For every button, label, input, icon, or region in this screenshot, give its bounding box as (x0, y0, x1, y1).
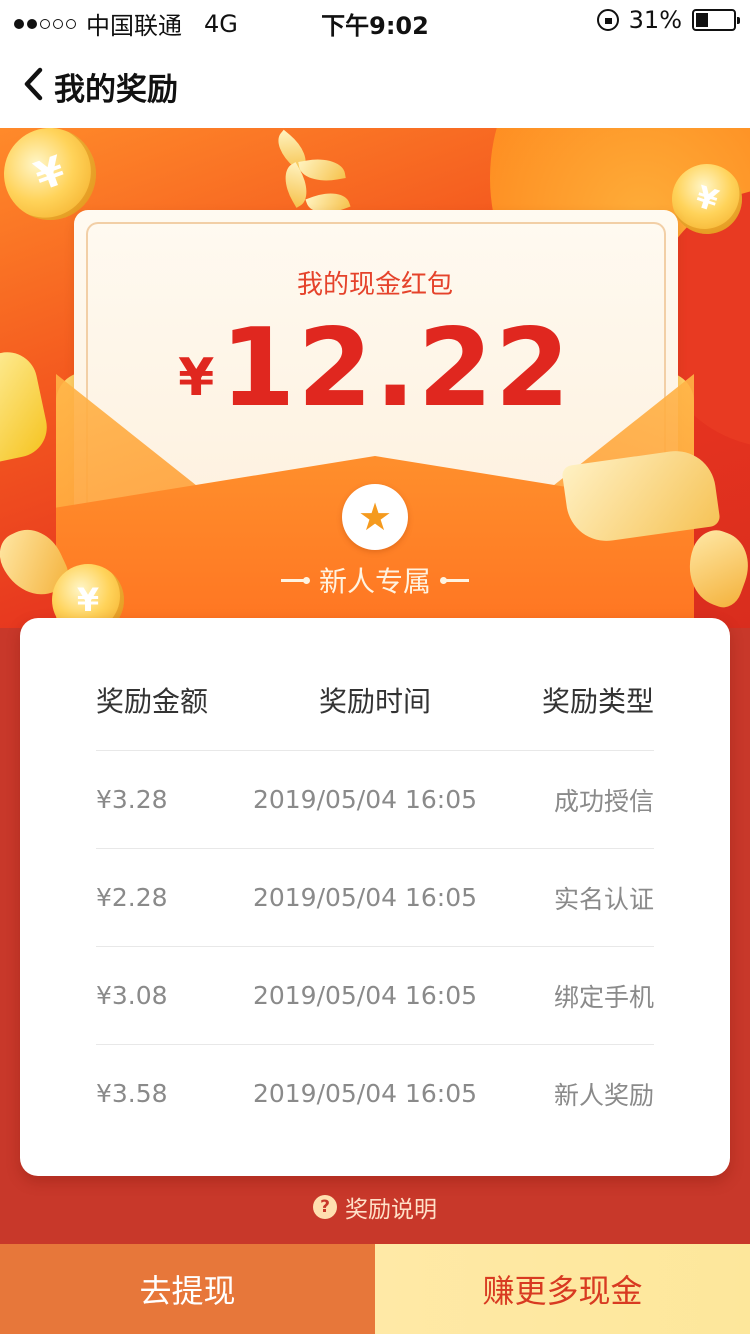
nav-bar: 我的奖励 (0, 40, 750, 128)
table-row: ¥3.28 2019/05/04 16:05 成功授信 (96, 750, 654, 848)
hero-banner: ¥ ¥ 我的现金红包 ¥12.22 ¥ ★ 新人专属 (0, 128, 750, 628)
help-label: 奖励说明 (345, 1197, 437, 1223)
battery-icon (692, 9, 740, 31)
header-type: 奖励类型 (541, 685, 654, 718)
row-time: 2019/05/04 16:05 (252, 883, 478, 912)
badge-label: 新人专属 (318, 565, 431, 598)
header-amount: 奖励金额 (96, 685, 209, 718)
battery-percent: 31% (628, 6, 682, 34)
card-title: 我的现金红包 (296, 270, 453, 300)
status-right: 31% (596, 6, 740, 34)
row-amount: ¥3.28 (96, 785, 168, 814)
withdraw-button[interactable]: 去提现 (0, 1244, 375, 1334)
cash-amount: ¥12.22 (0, 306, 750, 431)
table-header: 奖励金额 奖励时间 奖励类型 (96, 680, 654, 730)
row-time: 2019/05/04 16:05 (252, 981, 478, 1010)
row-type: 绑定手机 (553, 982, 654, 1012)
star-badge: ★ (342, 484, 408, 550)
star-icon: ★ (357, 495, 393, 539)
chevron-left-icon[interactable] (20, 67, 50, 101)
row-time: 2019/05/04 16:05 (252, 1079, 478, 1108)
currency-symbol: ¥ (178, 348, 215, 408)
divider-line (280, 576, 310, 584)
new-user-badge: 新人专属 (0, 560, 750, 600)
row-type: 成功授信 (553, 786, 654, 816)
reward-rules-link[interactable]: ? 奖励说明 (0, 1190, 750, 1224)
divider-line (440, 576, 469, 584)
table-row: ¥3.08 2019/05/04 16:05 绑定手机 (96, 946, 654, 1044)
row-type: 新人奖励 (553, 1080, 654, 1110)
amount-value: 12.22 (220, 306, 572, 431)
row-amount: ¥2.28 (96, 883, 168, 912)
page-title: 我的奖励 (54, 72, 178, 108)
table-row: ¥3.58 2019/05/04 16:05 新人奖励 (96, 1044, 654, 1142)
question-circle-icon: ? (313, 1195, 337, 1219)
header-time: 奖励时间 (318, 685, 431, 718)
row-type: 实名认证 (553, 884, 654, 914)
row-time: 2019/05/04 16:05 (252, 785, 478, 814)
status-bar: 中国联通 4G 下午9:02 31% (0, 0, 750, 40)
rotation-lock-icon (596, 9, 619, 31)
earn-more-button[interactable]: 赚更多现金 (375, 1244, 750, 1334)
reward-table: 奖励金额 奖励时间 奖励类型 ¥3.28 2019/05/04 16:05 成功… (20, 618, 730, 1176)
table-row: ¥2.28 2019/05/04 16:05 实名认证 (96, 848, 654, 946)
row-amount: ¥3.08 (96, 981, 168, 1010)
row-amount: ¥3.58 (96, 1079, 168, 1108)
